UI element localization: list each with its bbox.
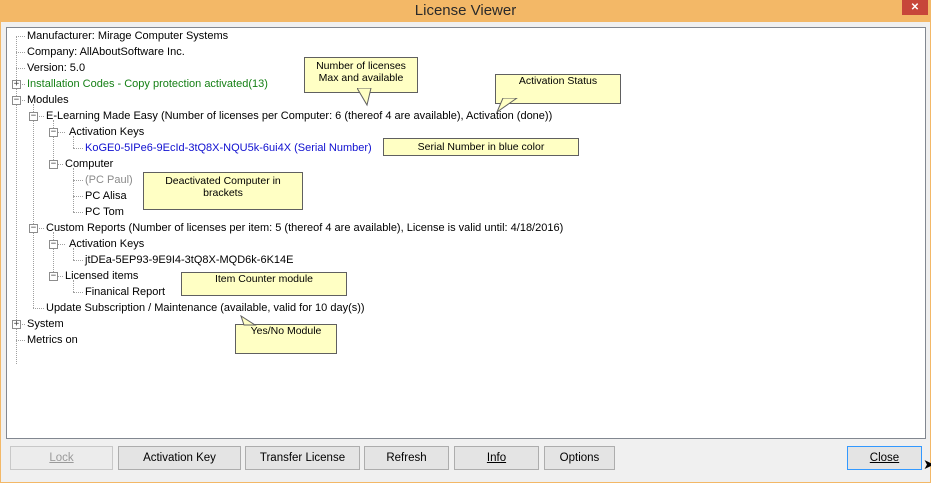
lock-button[interactable]: Lock: [10, 446, 113, 470]
tree-line: [73, 248, 74, 260]
tree-line: [73, 168, 74, 212]
update-subscription-node[interactable]: Update Subscription / Maintenance (avail…: [46, 300, 365, 316]
manufacturer-node[interactable]: Manufacturer: Mirage Computer Systems: [27, 28, 228, 44]
activation-keys-node[interactable]: Activation Keys: [69, 124, 144, 140]
pc-alisa-node[interactable]: PC Alisa: [85, 188, 127, 204]
tree-line: [16, 36, 25, 37]
version-node[interactable]: Version: 5.0: [27, 60, 85, 76]
button-label: Options: [559, 452, 600, 464]
button-label: Lock: [49, 452, 74, 464]
callout-text: Serial Number in blue color: [417, 141, 545, 153]
minus-box-icon[interactable]: −: [49, 160, 58, 169]
button-label: Close: [869, 452, 900, 464]
financial-report-node[interactable]: Finanical Report: [85, 284, 165, 300]
plus-box-icon[interactable]: +: [12, 80, 21, 89]
minus-box-icon[interactable]: −: [12, 96, 21, 105]
metrics-node[interactable]: Metrics on: [27, 332, 78, 348]
options-button[interactable]: Options: [544, 446, 615, 470]
tree-line: [33, 104, 34, 308]
button-label: Transfer License: [259, 452, 346, 464]
tree-line: [73, 280, 74, 292]
callout-item-counter: Item Counter module: [181, 272, 347, 296]
callout-text: brackets: [203, 187, 243, 199]
callout-text: Activation Status: [518, 75, 598, 87]
minus-box-icon[interactable]: −: [49, 272, 58, 281]
installation-codes-node[interactable]: Installation Codes - Copy protection act…: [27, 76, 268, 92]
mouse-pointer-icon: ➤: [923, 456, 931, 472]
plus-box-icon[interactable]: +: [12, 320, 21, 329]
tree-line: [73, 180, 83, 181]
callout-pointer: [240, 315, 257, 326]
minus-box-icon[interactable]: −: [49, 240, 58, 249]
callout-pointer: [495, 98, 518, 114]
pc-paul-node[interactable]: (PC Paul): [85, 172, 133, 188]
tree-line: [73, 136, 74, 148]
tree-line: [73, 260, 83, 261]
info-button[interactable]: Info: [454, 446, 539, 470]
title-bar[interactable]: License Viewer ✕: [0, 0, 931, 22]
close-button[interactable]: Close: [847, 446, 922, 470]
minus-box-icon[interactable]: −: [49, 128, 58, 137]
custom-reports-module-node[interactable]: Custom Reports (Number of licenses per i…: [46, 220, 563, 236]
callout-pointer: [357, 88, 372, 107]
tree-line: [73, 148, 83, 149]
button-label: Info: [486, 452, 507, 464]
window-title: License Viewer: [414, 2, 517, 19]
tree-line: [33, 308, 44, 309]
callout-text: Number of licenses: [316, 60, 406, 72]
transfer-license-button[interactable]: Transfer License: [245, 446, 360, 470]
window-client-area: Manufacturer: Mirage Computer Systems Co…: [1, 22, 931, 482]
tree-line: [16, 52, 25, 53]
callout-text: Max and available: [318, 72, 404, 84]
elearning-module-node[interactable]: E-Learning Made Easy (Number of licenses…: [46, 108, 552, 124]
tree-line: [73, 196, 83, 197]
button-label: Refresh: [386, 452, 427, 464]
serial-number-node[interactable]: KoGE0-5IPe6-9EcId-3tQ8X-NQU5k-6ui4X (Ser…: [85, 140, 372, 156]
licensed-items-node[interactable]: Licensed items: [65, 268, 138, 284]
license-tree[interactable]: Manufacturer: Mirage Computer Systems Co…: [6, 27, 926, 439]
callout-text: Deactivated Computer in: [165, 175, 281, 187]
callout-serial-blue: Serial Number in blue color: [383, 138, 579, 156]
tree-line: [73, 212, 83, 213]
refresh-button[interactable]: Refresh: [364, 446, 449, 470]
callout-yes-no: Yes/No Module: [235, 324, 337, 354]
callout-deactivated: Deactivated Computer in brackets: [143, 172, 303, 210]
tree-line: [73, 292, 83, 293]
button-label: Activation Key: [143, 452, 216, 464]
minus-box-icon[interactable]: −: [29, 224, 38, 233]
system-node[interactable]: System: [27, 316, 64, 332]
activation-keys-node[interactable]: Activation Keys: [69, 236, 144, 252]
activation-key-button[interactable]: Activation Key: [118, 446, 241, 470]
company-node[interactable]: Company: AllAboutSoftware Inc.: [27, 44, 185, 60]
serial-number-node[interactable]: jtDEa-5EP93-9E9I4-3tQ8X-MQD6k-6K14E: [85, 252, 293, 268]
tree-line: [16, 340, 25, 341]
minus-box-icon[interactable]: −: [29, 112, 38, 121]
callout-text: Item Counter module: [214, 273, 314, 285]
close-icon[interactable]: ✕: [902, 0, 928, 15]
pc-tom-node[interactable]: PC Tom: [85, 204, 124, 220]
tree-line: [16, 68, 25, 69]
